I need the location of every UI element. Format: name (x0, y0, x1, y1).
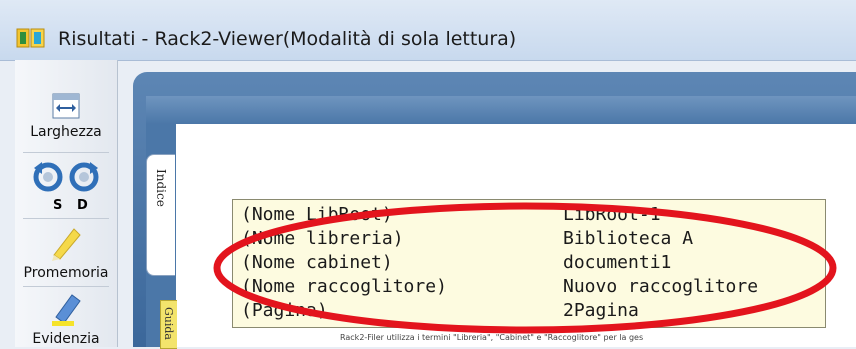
toolbar-divider (23, 152, 109, 153)
tab-guide-label: Guida (162, 307, 175, 340)
memo-icon (52, 228, 81, 261)
fit-width-label: Larghezza (30, 124, 102, 140)
highlight-label: Evidenzia (32, 331, 100, 347)
highlighter-icon (52, 294, 81, 326)
tab-index[interactable]: Indice (146, 154, 175, 276)
memo-label: Promemoria (23, 265, 109, 281)
title-bar: Risultati - Rack2-Viewer(Modalità di sol… (0, 0, 856, 61)
highlight-button[interactable]: Evidenzia (15, 291, 117, 347)
info-value: 2Pagina (563, 300, 639, 321)
binder-info-box: (Nome LibRoot) LibRoot-1 (Nome libreria)… (232, 199, 826, 328)
footer-note: Rack2-Filer utilizza i termini "Libreria… (340, 333, 644, 342)
rotate-icons (33, 162, 99, 192)
memo-button[interactable]: Promemoria (15, 225, 117, 281)
info-key: (Nome raccoglitore) (241, 276, 447, 297)
fit-width-icon (52, 93, 80, 119)
tab-guide[interactable]: Guida (160, 300, 177, 349)
info-value: Biblioteca A (563, 228, 694, 249)
app-icon (16, 28, 45, 48)
left-toolbar: Larghezza S D Promemoria Evidenzia (15, 60, 118, 347)
info-value: LibRoot-1 (563, 204, 661, 225)
info-value: documenti1 (563, 252, 672, 273)
info-key: (Nome cabinet) (241, 252, 393, 273)
info-key: (Nome libreria) (241, 228, 404, 249)
window-title: Risultati - Rack2-Viewer(Modalità di sol… (58, 28, 517, 50)
tab-index-label: Indice (154, 169, 168, 207)
info-value: Nuovo raccoglitore (563, 276, 759, 297)
rotate-buttons: S D (15, 160, 117, 214)
rotate-left-label: S (53, 198, 63, 213)
fit-width-button[interactable]: Larghezza (15, 92, 117, 140)
binder-frame-top (146, 96, 856, 124)
toolbar-divider (23, 218, 109, 219)
info-key: (Nome LibRoot) (241, 204, 393, 225)
rotate-right-icon[interactable] (69, 162, 99, 192)
toolbar-divider (23, 286, 109, 287)
rotate-left-icon[interactable] (33, 162, 63, 192)
info-key: (Pagina) (241, 300, 328, 321)
rotate-right-label: D (77, 198, 88, 213)
